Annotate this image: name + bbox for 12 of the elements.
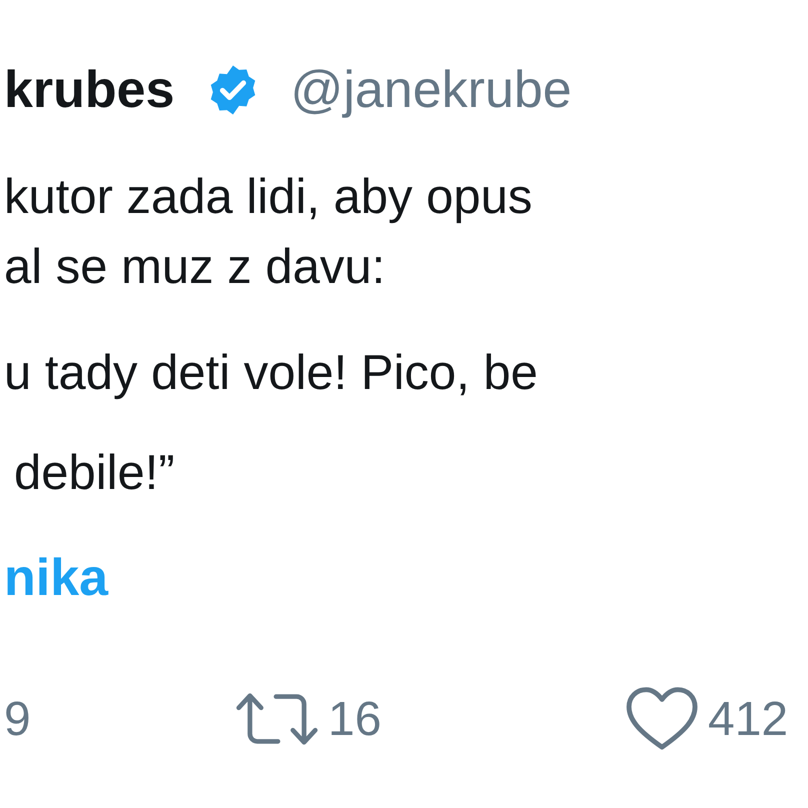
tweet-text: al se muz z davu: xyxy=(4,239,386,296)
hashtag-link[interactable]: nika xyxy=(4,548,108,608)
action-count: 412 xyxy=(708,692,788,746)
retweet-icon[interactable] xyxy=(234,691,320,747)
author-name[interactable]: krubes xyxy=(4,60,175,120)
action-count: 16 xyxy=(328,692,382,746)
heart-icon[interactable] xyxy=(624,686,700,752)
tweet-text: debile!” xyxy=(13,445,175,502)
tweet-text: kutor zada lidi, aby opus xyxy=(4,169,532,226)
author-handle[interactable]: @janekrube xyxy=(290,60,572,120)
action-count: 9 xyxy=(4,692,31,746)
tweet-text: u tady deti vole! Pico, be xyxy=(4,345,538,402)
